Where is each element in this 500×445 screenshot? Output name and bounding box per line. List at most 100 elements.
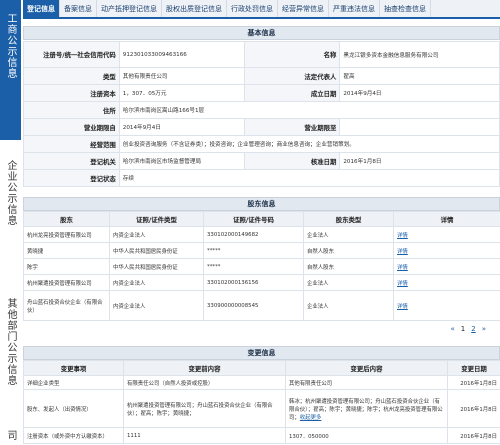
table-row: 黄晓捷 中华人民共和国居民身份证 ***** 自然人股东 详情 — [23, 242, 500, 259]
column-header: 详情 — [393, 211, 500, 227]
change-date: 2016年1月8日 — [447, 389, 500, 428]
shareholder-name: 舟山蓝石投资合伙企业（有限合伙） — [23, 290, 110, 321]
table-row: 杭州聚遭投资管理有限公司 内资企业法人 330102000136156 企业法人… — [23, 274, 500, 291]
name-value: 黑龙江银多资本金融信息服务有限公司 — [339, 41, 500, 68]
change-after: 1307．050000 — [285, 427, 448, 444]
detail-link[interactable]: 详情 — [397, 265, 408, 271]
column-header: 证照/证件类型 — [109, 211, 204, 227]
change-before: 1111 — [123, 427, 286, 444]
change-before: 杭州聚遭投资管理有限公司；舟山蓝石投资合伙企业（有限合伙）；翟高；陈宇；黄晓捷； — [123, 389, 286, 428]
detail-link[interactable]: 详情 — [397, 304, 408, 310]
shareholder-kind: 企业法人 — [303, 290, 394, 321]
sidebar-tab-other-dept-info[interactable]: 其他部门公示信息 — [0, 292, 21, 422]
tab-equity-pledge[interactable]: 股权出质登记信息 — [162, 0, 227, 17]
reg-no-value: 912301033009463166 — [118, 41, 245, 68]
capital-label: 注册资本 — [23, 84, 120, 102]
id-type: 中华人民共和国居民身份证 — [109, 242, 204, 259]
authority-label: 登记机关 — [23, 152, 120, 170]
period-to-label: 营业期限至 — [243, 118, 341, 136]
top-tab-bar: 登记信息 备案信息 动产抵押登记信息 股权出质登记信息 行政处罚信息 经营异常信… — [23, 0, 500, 19]
change-before: 有限责任公司（自然人投资或控股） — [123, 375, 286, 390]
scope-value: 创业投资咨询服务（不含证券类）；投资咨询；企业管理咨询；商业信息咨询；企业营销策… — [118, 135, 500, 153]
period-to-value — [339, 118, 500, 136]
detail-link[interactable]: 详情 — [397, 249, 408, 255]
type-label: 类型 — [23, 67, 120, 85]
change-item: 详细企业类型 — [23, 375, 124, 390]
tab-filing[interactable]: 备案信息 — [60, 0, 97, 17]
sidebar-tab-label: 其他部门公示信息 — [5, 298, 16, 386]
change-after: 韩冰；杭州聚遭投资管理有限公司；舟山蓝石投资合伙企业（有限合伙）；翟高；陈宇；黄… — [285, 389, 448, 428]
address-label: 住所 — [23, 101, 120, 119]
sidebar-tab-label: 司 — [5, 430, 16, 441]
shareholders-table: 股东 证照/证件类型 证照/证件号码 股东类型 详情 杭州龙亮投资管理有限公司 … — [23, 211, 500, 321]
found-date-value: 2014年9月4日 — [339, 84, 500, 102]
page-2-link[interactable]: 2 — [471, 325, 475, 333]
next-page-button[interactable]: » — [482, 325, 486, 333]
shareholder-kind: 企业法人 — [303, 274, 394, 291]
shareholder-kind: 自然人股东 — [303, 258, 394, 275]
id-number: 330102000149682 — [203, 226, 304, 243]
column-header: 变更事项 — [23, 360, 124, 376]
change-date: 2016年1月8日 — [447, 375, 500, 390]
tab-administrative-penalty[interactable]: 行政处罚信息 — [227, 0, 278, 17]
scope-label: 经营范围 — [23, 135, 120, 153]
id-type: 内资企业法人 — [109, 274, 204, 291]
change-date: 2016年1月8日 — [447, 427, 500, 444]
table-row: 杭州龙亮投资管理有限公司 内资企业法人 330102000149682 企业法人… — [23, 226, 500, 243]
basic-info-table: 注册号/统一社会信用代码 912301033009463166 名称 黑龙江银多… — [23, 41, 500, 187]
shareholder-name: 黄晓捷 — [23, 242, 110, 259]
changes-table: 变更事项 变更前内容 变更后内容 变更日期 详细企业类型 有限责任公司（自然人投… — [23, 360, 500, 444]
shareholder-name: 陈宇 — [23, 258, 110, 275]
page-1-link[interactable]: 1 — [461, 325, 465, 333]
sidebar-tab-enterprise-info[interactable]: 企业公示信息 — [0, 152, 21, 282]
tab-chattel-mortgage[interactable]: 动产抵押登记信息 — [97, 0, 162, 17]
table-row: 注册资本（或外资中方认缴资本） 1111 1307．050000 2016年1月… — [23, 427, 500, 444]
id-number: ***** — [203, 242, 304, 259]
period-from-value: 2014年9月4日 — [118, 118, 245, 136]
name-label: 名称 — [243, 41, 341, 68]
column-header: 变更日期 — [447, 360, 500, 376]
reg-no-label: 注册号/统一社会信用代码 — [23, 41, 120, 68]
column-header: 变更后内容 — [285, 360, 448, 376]
table-row: 陈宇 中华人民共和国居民身份证 ***** 自然人股东 详情 — [23, 258, 500, 275]
collapse-more-link[interactable]: 收起更多 — [300, 415, 322, 421]
capital-value: 1，307．05万元 — [118, 84, 245, 102]
detail-link[interactable]: 详情 — [397, 233, 408, 239]
table-row: 股东、发起人（出资情况） 杭州聚遭投资管理有限公司；舟山蓝石投资合伙企业（有限合… — [23, 389, 500, 428]
tab-registration[interactable]: 登记信息 — [23, 0, 60, 17]
detail-link[interactable]: 详情 — [397, 281, 408, 287]
change-item: 股东、发起人（出资情况） — [23, 389, 124, 428]
column-header: 变更前内容 — [123, 360, 286, 376]
shareholder-name: 杭州聚遭投资管理有限公司 — [23, 274, 110, 291]
table-row: 详细企业类型 有限责任公司（自然人投资或控股） 其他有限责任公司 2016年1月… — [23, 375, 500, 390]
shareholder-kind: 企业法人 — [303, 226, 394, 243]
shareholders-title: 股东信息 — [23, 197, 500, 211]
tab-spot-check[interactable]: 抽查检查信息 — [380, 0, 431, 17]
shareholder-kind: 自然人股东 — [303, 242, 394, 259]
id-type: 中华人民共和国居民身份证 — [109, 258, 204, 275]
id-number: ***** — [203, 258, 304, 275]
column-header: 股东类型 — [303, 211, 394, 227]
pagination: « 1 2 » — [23, 322, 500, 336]
shareholder-name: 杭州龙亮投资管理有限公司 — [23, 226, 110, 243]
change-item: 注册资本（或外资中方认缴资本） — [23, 427, 124, 444]
sidebar-tab-judicial-info[interactable]: 司 — [0, 430, 21, 445]
authority-value: 哈尔滨市南岗区市场监督管理局 — [118, 152, 245, 170]
legal-rep-label: 法定代表人 — [243, 67, 341, 85]
approve-date-label: 核准日期 — [243, 152, 341, 170]
period-from-label: 营业期限自 — [23, 118, 120, 136]
found-date-label: 成立日期 — [243, 84, 341, 102]
changes-title: 变更信息 — [23, 346, 500, 360]
table-row: 舟山蓝石投资合伙企业（有限合伙） 内资企业法人 330900000008545 … — [23, 290, 500, 321]
tab-abnormal-operation[interactable]: 经营异常信息 — [278, 0, 329, 17]
sidebar-tab-label: 工商公示信息 — [5, 13, 16, 79]
left-sidebar: 工商公示信息 企业公示信息 其他部门公示信息 司 — [0, 0, 21, 445]
prev-page-button[interactable]: « — [450, 325, 454, 333]
address-value: 哈尔滨市南岗区嵩山路166号1层 — [118, 101, 500, 119]
tab-serious-violation[interactable]: 严重违法信息 — [329, 0, 380, 17]
change-after: 其他有限责任公司 — [285, 375, 448, 390]
basic-info-title: 基本信息 — [23, 26, 500, 40]
id-number: 330102000136156 — [203, 274, 304, 291]
id-number: 330900000008545 — [203, 290, 304, 321]
sidebar-tab-business-info[interactable]: 工商公示信息 — [0, 0, 21, 140]
